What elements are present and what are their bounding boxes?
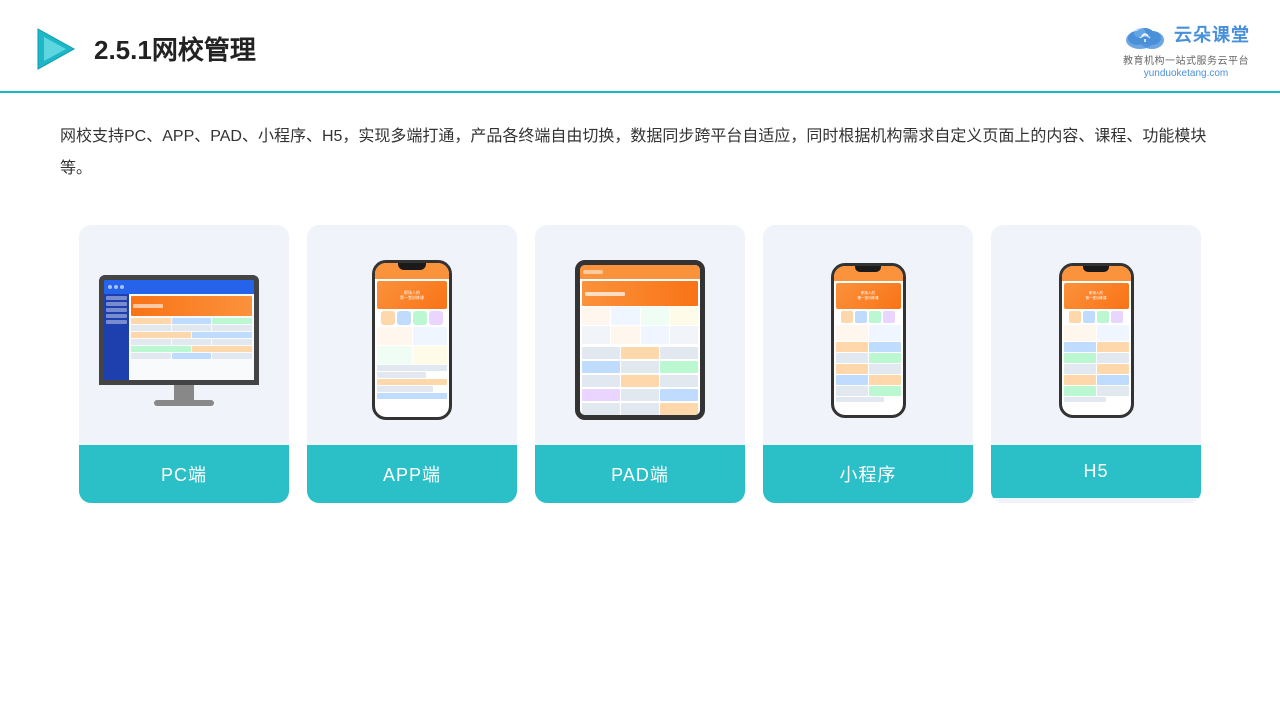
card-pad-label: PAD端 [535,445,745,503]
card-mini: 职场人的第一堂训练课 [763,225,973,503]
card-pc: PC端 [79,225,289,503]
logo-text: 云朵课堂 [1174,21,1250,47]
header-left: 2.5.1网校管理 [30,25,256,73]
logo-cloud: 云朵课堂 [1122,18,1250,50]
description-content: 网校支持PC、APP、PAD、小程序、H5，实现多端打通，产品各终端自由切换，数… [60,128,1206,177]
cards-container: PC端 职场人的第一堂训练课 [0,195,1280,533]
pc-monitor [99,275,269,405]
card-h5-image: 职场人的第一堂训练课 [991,225,1201,445]
card-app: 职场人的第一堂训练课 [307,225,517,503]
logo-url: yunduoketang.com [1144,68,1229,79]
monitor-screen [99,275,259,385]
card-pad: PAD端 [535,225,745,503]
page-title: 2.5.1网校管理 [94,30,256,67]
h5-phone: 职场人的第一堂训练课 [1059,263,1134,418]
card-h5-label: H5 [991,445,1201,498]
card-pad-image [535,225,745,445]
card-pc-label: PC端 [79,445,289,503]
app-phone: 职场人的第一堂训练课 [372,260,452,420]
cloud-logo-icon [1122,18,1168,50]
logo-arrow-icon [30,25,78,73]
card-mini-label: 小程序 [763,445,973,503]
card-app-image: 职场人的第一堂训练课 [307,225,517,445]
card-pc-image [79,225,289,445]
logo-right: 云朵课堂 教育机构一站式服务云平台 yunduoketang.com [1122,18,1250,79]
logo-tagline: 教育机构一站式服务云平台 [1123,52,1249,67]
pad-tablet [575,260,705,420]
card-mini-image: 职场人的第一堂训练课 [763,225,973,445]
card-h5: 职场人的第一堂训练课 [991,225,1201,503]
mini-phone: 职场人的第一堂训练课 [831,263,906,418]
header: 2.5.1网校管理 云朵课堂 教育机构一站式服务云平台 yunduoketang… [0,0,1280,93]
card-app-label: APP端 [307,445,517,503]
description-text: 网校支持PC、APP、PAD、小程序、H5，实现多端打通，产品各终端自由切换，数… [0,93,1280,195]
